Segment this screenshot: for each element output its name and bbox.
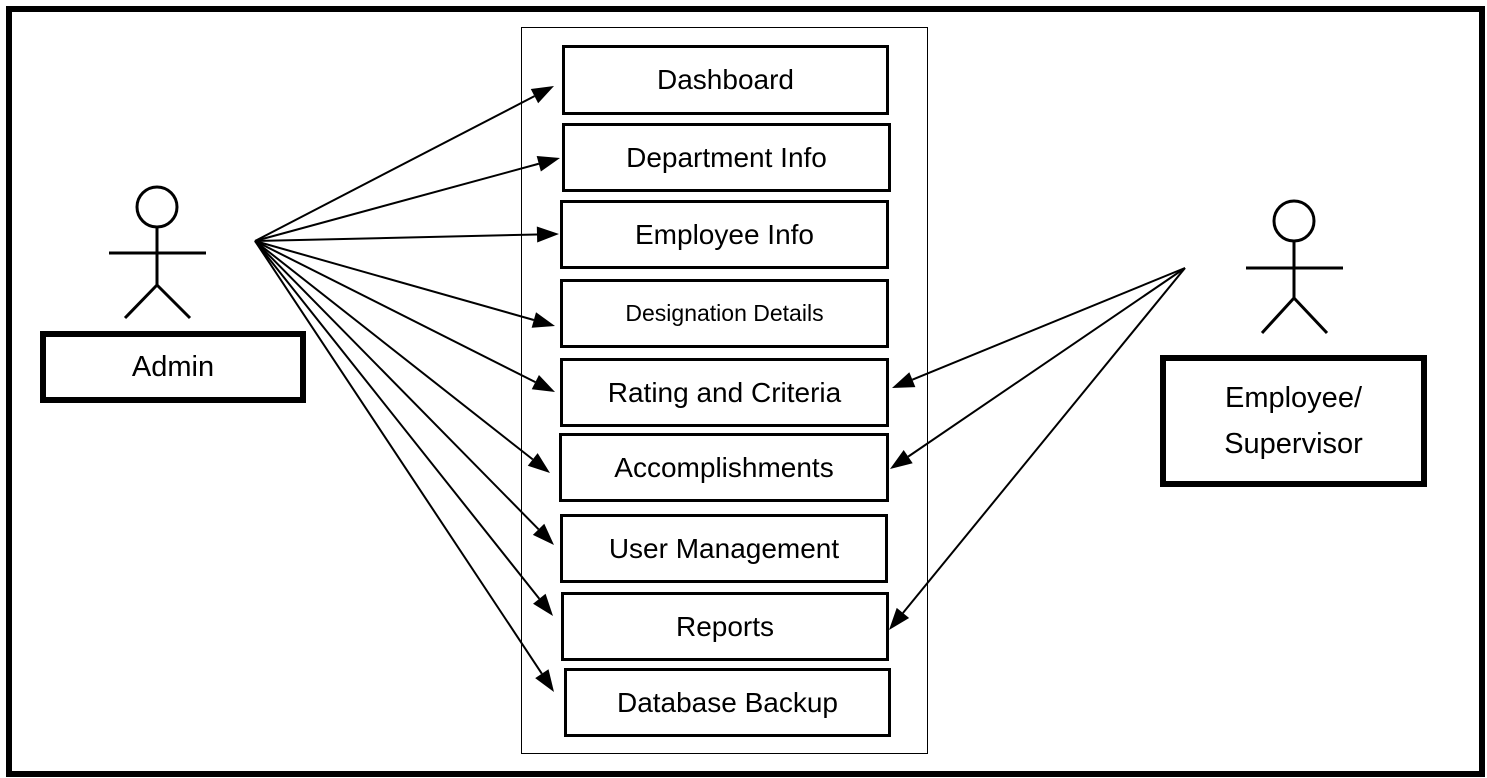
arrowhead-icon	[535, 669, 554, 692]
arrowhead-icon	[889, 607, 910, 630]
association-line-admin-backup	[254, 240, 543, 675]
association-line-admin-rating	[254, 240, 536, 384]
actor-head	[1272, 199, 1316, 243]
arrowhead-icon	[530, 86, 554, 104]
diagram-overlay	[109, 86, 1343, 692]
association-line-admin-department	[254, 162, 540, 242]
association-line-admin-employee_info	[254, 233, 538, 242]
actor-head	[135, 185, 179, 229]
arrowhead-icon	[527, 453, 550, 473]
actor-right-leg	[1292, 296, 1329, 335]
arrowhead-icon	[536, 156, 560, 172]
employee-stick-figure-icon	[1246, 199, 1343, 335]
association-line-admin-designation	[254, 240, 535, 321]
arrowhead-icon	[531, 312, 555, 328]
arrowhead-icon	[533, 593, 553, 616]
actor-left-leg	[123, 283, 159, 320]
association-line-admin-dashboard	[254, 95, 535, 242]
arrowhead-icon	[890, 450, 913, 469]
actor-left-leg	[1260, 296, 1296, 335]
association-line-employee-reports	[902, 267, 1186, 614]
admin-stick-figure-icon	[109, 185, 206, 320]
association-line-admin-accomplishments	[254, 240, 534, 461]
association-line-employee-rating	[911, 267, 1186, 381]
association-line-admin-user_mgmt	[254, 240, 540, 531]
arrowhead-icon	[892, 372, 916, 388]
arrowhead-icon	[536, 226, 559, 243]
arrowhead-icon	[531, 374, 555, 392]
association-line-admin-reports	[254, 240, 541, 600]
actor-right-leg	[155, 283, 192, 320]
association-line-employee-accomplishments	[907, 267, 1186, 458]
